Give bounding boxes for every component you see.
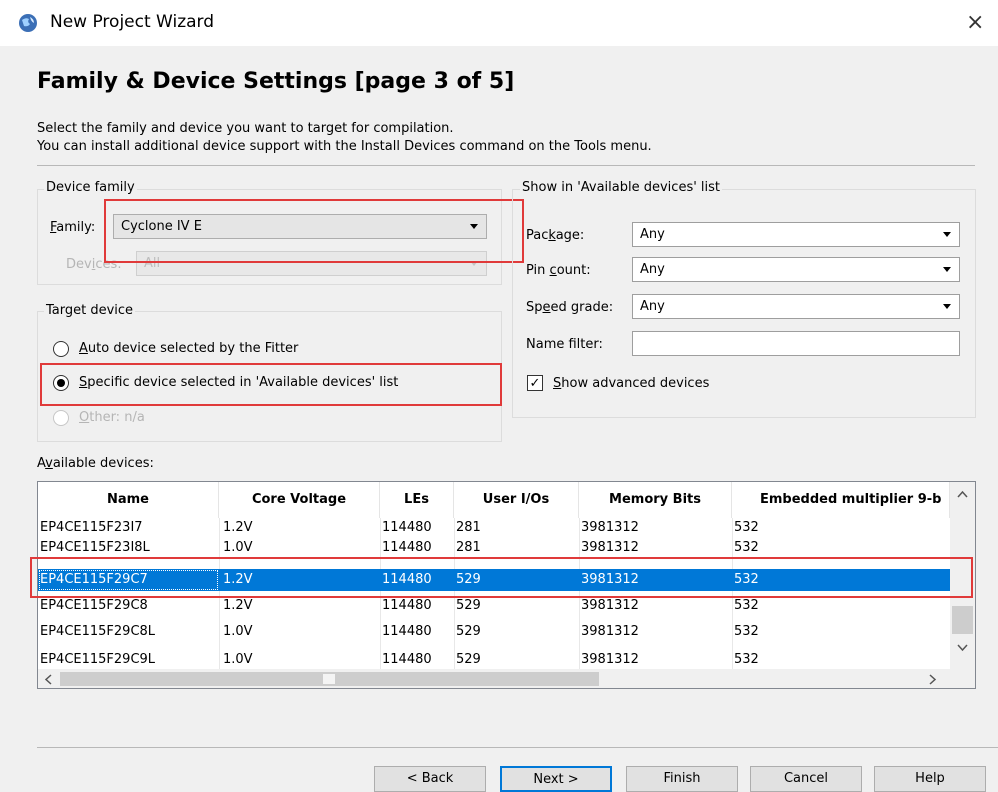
cell-memory-bits: 3981312 (581, 652, 639, 667)
cell-les: 114480 (382, 598, 432, 613)
cell-core-voltage: 1.2V (223, 520, 253, 535)
package-value: Any (640, 227, 665, 242)
close-icon[interactable]: × (966, 10, 984, 35)
cell-embedded-multiplier: 532 (734, 520, 759, 535)
cell-embedded-multiplier: 532 (734, 540, 759, 555)
show-list-label: Show in 'Available devices' list (520, 180, 723, 195)
chevron-down-icon (943, 232, 951, 237)
back-button[interactable]: < Back (374, 766, 486, 792)
table-row[interactable]: EP4CE115F29C9L 1.0V 114480 529 3981312 5… (38, 650, 950, 670)
cell-memory-bits: 3981312 (581, 540, 639, 555)
cell-embedded-multiplier: 532 (734, 624, 759, 639)
cancel-button[interactable]: Cancel (750, 766, 862, 792)
description-line-2: You can install additional device suppor… (37, 139, 652, 154)
next-button[interactable]: Next > (500, 766, 612, 792)
cell-les: 114480 (382, 624, 432, 639)
device-family-label: Device family (44, 180, 137, 195)
speed-grade-dropdown[interactable]: Any (632, 294, 960, 319)
cell-les: 114480 (382, 540, 432, 555)
cell-core-voltage: 1.0V (223, 652, 253, 667)
pin-count-value: Any (640, 262, 665, 277)
cell-core-voltage: 1.0V (223, 540, 253, 555)
name-filter-label: Name filter: (526, 337, 603, 352)
cell-name: EP4CE115F23I7 (40, 520, 143, 535)
name-filter-input[interactable] (632, 331, 960, 356)
table-row[interactable]: EP4CE115F29C8 1.2V 114480 529 3981312 53… (38, 596, 950, 616)
cell-user-ios: 281 (456, 540, 481, 555)
family-label: Family: (50, 220, 96, 235)
table-row[interactable]: EP4CE115F23I7 1.2V 114480 281 3981312 53… (38, 518, 950, 538)
cell-memory-bits: 3981312 (581, 598, 639, 613)
scroll-right-icon[interactable] (929, 674, 937, 685)
cell-embedded-multiplier: 532 (734, 652, 759, 667)
scroll-up-icon[interactable] (957, 490, 968, 498)
cell-user-ios: 529 (456, 652, 481, 667)
page-description: Select the family and device you want to… (37, 120, 652, 156)
cell-les: 114480 (382, 520, 432, 535)
finish-button[interactable]: Finish (626, 766, 738, 792)
horizontal-scrollbar[interactable] (38, 669, 975, 688)
package-label: Package: (526, 228, 585, 243)
target-device-label: Target device (44, 303, 136, 318)
pin-count-label: Pin count: (526, 263, 591, 278)
column-header-les[interactable]: LEs (380, 482, 454, 518)
cell-memory-bits: 3981312 (581, 624, 639, 639)
table-row[interactable]: EP4CE115F29C8L 1.0V 114480 529 3981312 5… (38, 622, 950, 642)
cell-name: EP4CE115F29C8 (40, 598, 148, 613)
help-button[interactable]: Help (874, 766, 986, 792)
column-header-user-ios[interactable]: User I/Os (454, 482, 579, 518)
auto-device-radio[interactable] (53, 341, 69, 357)
horizontal-scroll-thumb[interactable] (60, 672, 599, 686)
auto-device-label[interactable]: Auto device selected by the Fitter (79, 341, 298, 356)
cell-name: EP4CE115F29C8L (40, 624, 156, 639)
column-header-memory-bits[interactable]: Memory Bits (579, 482, 732, 518)
chevron-down-icon (943, 304, 951, 309)
divider-bottom (37, 747, 998, 748)
table-row[interactable]: EP4CE115F23I8L 1.0V 114480 281 3981312 5… (38, 538, 950, 558)
scroll-down-icon[interactable] (957, 644, 968, 652)
annotation-box-family (104, 199, 524, 263)
column-header-embedded-multiplier[interactable]: Embedded multiplier 9-b (732, 482, 950, 518)
cell-user-ios: 529 (456, 624, 481, 639)
description-line-1: Select the family and device you want to… (37, 121, 454, 136)
pin-count-dropdown[interactable]: Any (632, 257, 960, 282)
other-device-label: Other: n/a (79, 410, 145, 425)
cell-core-voltage: 1.2V (223, 598, 253, 613)
column-header-name[interactable]: Name (38, 482, 219, 518)
speed-grade-label: Speed grade: (526, 300, 614, 315)
cell-memory-bits: 3981312 (581, 520, 639, 535)
speed-grade-value: Any (640, 299, 665, 314)
other-device-radio (53, 410, 69, 426)
available-devices-label: Available devices: (37, 456, 154, 471)
scroll-left-icon[interactable] (44, 674, 52, 685)
scroll-thumb-grip (323, 674, 335, 684)
cell-user-ios: 281 (456, 520, 481, 535)
chevron-down-icon (943, 267, 951, 272)
cell-core-voltage: 1.0V (223, 624, 253, 639)
cell-name: EP4CE115F29C9L (40, 652, 156, 667)
column-header-core-voltage[interactable]: Core Voltage (219, 482, 380, 518)
cell-embedded-multiplier: 532 (734, 598, 759, 613)
window-title: New Project Wizard (50, 12, 215, 32)
annotation-box-selected-row (30, 557, 973, 598)
annotation-box-specific (40, 363, 502, 406)
app-globe-icon (19, 14, 37, 32)
package-dropdown[interactable]: Any (632, 222, 960, 247)
cell-name: EP4CE115F23I8L (40, 540, 150, 555)
cell-user-ios: 529 (456, 598, 481, 613)
show-advanced-label[interactable]: Show advanced devices (553, 376, 709, 391)
page-title: Family & Device Settings [page 3 of 5] (37, 69, 515, 94)
divider-top (37, 165, 975, 166)
vertical-scroll-thumb[interactable] (952, 606, 973, 634)
show-advanced-checkbox[interactable]: ✓ (527, 375, 543, 391)
cell-les: 114480 (382, 652, 432, 667)
